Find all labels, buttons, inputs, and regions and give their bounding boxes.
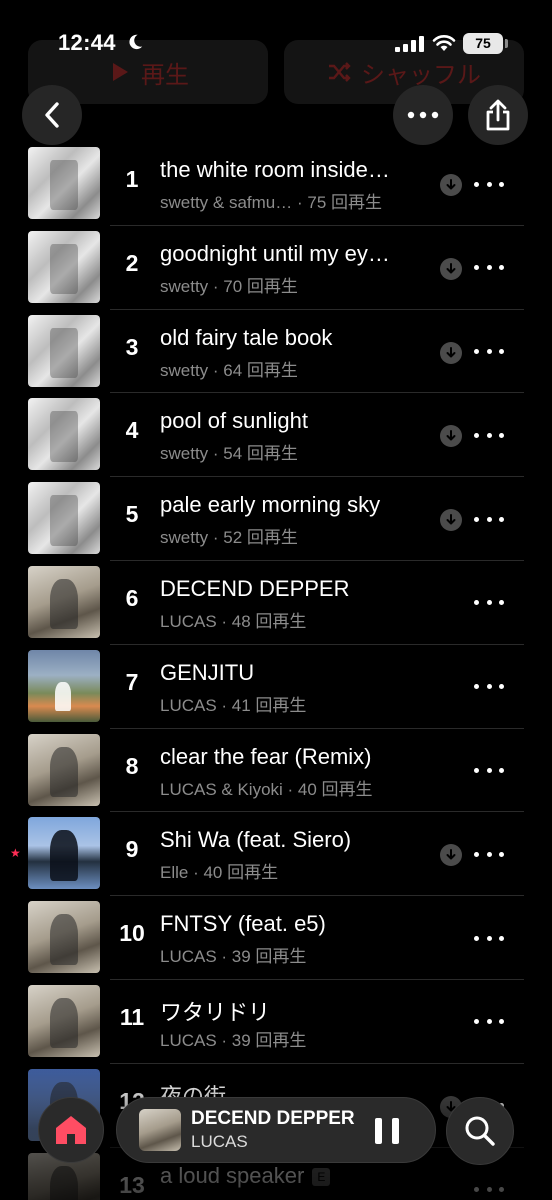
track-number: 9 (125, 836, 139, 863)
download-icon (440, 844, 462, 867)
track-row[interactable]: 8 clear the fear (Remix) LUCAS & Kiyoki · … (0, 729, 552, 813)
wifi-icon (432, 35, 456, 51)
pause-icon (375, 1118, 382, 1144)
track-artwork (28, 984, 100, 1057)
track-subtitle: swetty · 70 回再生 (160, 276, 298, 296)
track-more-button[interactable] (474, 591, 504, 615)
track-artwork (28, 482, 100, 555)
track-number: 1 (125, 166, 139, 192)
track-number: 2 (125, 249, 139, 276)
track-subtitle: LUCAS & Kiyoki · 40 回再生 (160, 779, 373, 799)
download-icon (440, 509, 462, 532)
mini-player[interactable]: DECEND DEPPER LUCAS (116, 1097, 436, 1163)
pause-button[interactable] (375, 1118, 399, 1144)
track-number: 10 (119, 920, 145, 947)
track-more-button[interactable] (474, 759, 504, 783)
track-row[interactable]: 3 old fairy tale book swetty · 64 回再生 (0, 310, 552, 394)
moon-icon (129, 34, 143, 50)
track-title: pale early morning sky (160, 492, 381, 518)
home-button[interactable] (38, 1097, 104, 1163)
track-more-button[interactable] (474, 675, 504, 699)
more-options-button[interactable] (393, 85, 453, 145)
track-more-button[interactable] (474, 340, 504, 364)
pause-icon (392, 1118, 399, 1144)
track-more-button[interactable] (474, 423, 504, 447)
status-time: 12:44 (58, 30, 116, 55)
track-number: 11 (119, 1003, 145, 1030)
track-artwork (28, 398, 100, 471)
track-title: old fairy tale book (160, 324, 333, 350)
track-more-button[interactable] (474, 256, 504, 280)
track-title: the white room inside… (160, 157, 390, 182)
track-more-button[interactable] (474, 842, 504, 866)
battery-cap (505, 39, 508, 48)
share-button[interactable] (468, 85, 528, 145)
mini-player-title: DECEND DEPPER (191, 1108, 355, 1129)
mini-player-artwork (139, 1109, 181, 1151)
track-subtitle: swetty · 54 回再生 (160, 444, 298, 464)
download-icon (440, 174, 462, 196)
track-subtitle: Elle · 40 回再生 (160, 863, 279, 883)
track-title: ワタリドリ (160, 999, 271, 1025)
search-button[interactable] (446, 1097, 514, 1165)
track-title: goodnight until my ey… (160, 240, 390, 266)
track-artwork (28, 649, 100, 722)
chevron-left-icon (45, 102, 59, 128)
download-icon (440, 257, 462, 280)
track-row[interactable]: 11 ワタリドリ LUCAS · 39 回再生 (0, 980, 552, 1064)
download-icon (440, 425, 462, 448)
track-artwork (28, 817, 100, 890)
track-row[interactable]: ★ 9 Shi Wa (feat. Siero) Elle · 40 回再生 (0, 812, 552, 897)
track-artwork (28, 314, 100, 387)
track-artwork (28, 901, 100, 974)
back-button[interactable] (22, 85, 82, 145)
track-row[interactable]: 6 DECEND DEPPER LUCAS · 48 回再生 (0, 561, 552, 645)
status-bar: 12:44 75 (0, 0, 552, 90)
track-artwork (28, 565, 100, 638)
track-subtitle: LUCAS · 48 回再生 (160, 611, 307, 631)
download-icon (440, 341, 462, 364)
track-subtitle: swetty · 64 回再生 (160, 360, 298, 380)
track-title: pool of sunlight (160, 408, 308, 434)
mini-player-artist: LUCAS (191, 1132, 248, 1151)
track-title: DECEND DEPPER (160, 575, 350, 601)
track-row[interactable]: 4 pool of sunlight swetty · 54 回再生 (0, 393, 552, 478)
track-subtitle: swetty · 52 回再生 (160, 528, 298, 548)
ellipsis-icon (407, 111, 439, 119)
track-more-button[interactable] (474, 507, 504, 531)
track-title: Shi Wa (feat. Siero) (160, 827, 352, 853)
track-more-button[interactable] (474, 926, 504, 950)
track-subtitle: LUCAS · 39 回再生 (160, 947, 307, 967)
favorite-star-icon: ★ (10, 846, 21, 861)
track-title: FNTSY (feat. e5) (160, 911, 326, 937)
track-row[interactable]: 7 GENJITU LUCAS · 41 回再生 (0, 645, 552, 729)
track-title: GENJITU (160, 659, 255, 685)
track-row[interactable]: 5 pale early morning sky swetty · 52 回再生 (0, 477, 552, 561)
track-title: clear the fear (Remix) (160, 743, 372, 769)
track-list: 1 the white room inside… swetty & safmu… ·… (0, 142, 552, 1200)
track-more-button[interactable] (474, 172, 504, 196)
track-number: 3 (125, 333, 139, 360)
home-icon (56, 1116, 86, 1144)
track-artwork (28, 733, 100, 806)
track-number: 5 (125, 501, 139, 528)
track-row[interactable]: 10 FNTSY (feat. e5) LUCAS · 39 回再生 (0, 896, 552, 980)
track-row[interactable]: 2 goodnight until my ey… swetty · 70 回再生 (0, 226, 552, 310)
track-subtitle: LUCAS · 39 回再生 (160, 1030, 307, 1050)
track-artwork (28, 230, 100, 303)
track-number: 4 (125, 417, 139, 444)
track-artwork (28, 147, 100, 219)
track-more-button[interactable] (474, 1010, 504, 1034)
search-icon (465, 1116, 495, 1146)
share-icon (486, 99, 510, 131)
track-number: 6 (125, 584, 139, 611)
cellular-signal-icon (395, 36, 424, 52)
track-subtitle: LUCAS · 41 回再生 (160, 695, 307, 715)
track-subtitle: swetty & safmu… · 75 回再生 (160, 193, 382, 212)
track-number: 7 (125, 668, 139, 695)
track-row[interactable]: 1 the white room inside… swetty & safmu… ·… (0, 142, 552, 226)
battery-level: 75 (463, 33, 503, 54)
track-number: 8 (125, 752, 139, 779)
